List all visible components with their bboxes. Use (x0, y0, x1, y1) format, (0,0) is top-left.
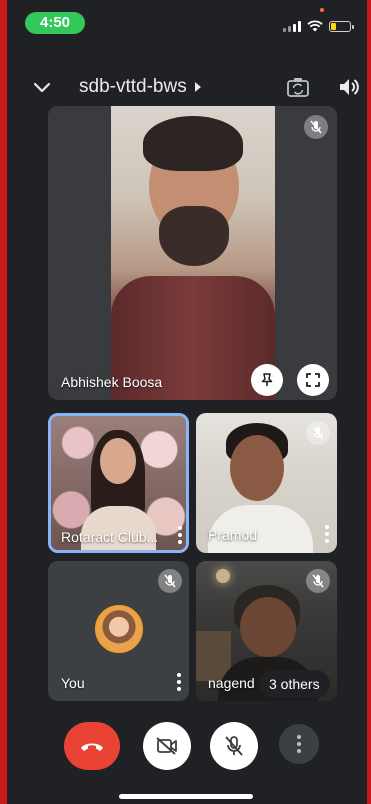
mic-off-icon (310, 120, 322, 134)
mic-off-icon (225, 736, 243, 756)
mic-off-icon (312, 574, 324, 588)
status-icons (283, 20, 354, 32)
caret-right-icon (194, 82, 201, 92)
device-frame-left (0, 0, 7, 804)
speaker-icon[interactable] (337, 76, 361, 98)
mic-off-icon (312, 426, 324, 440)
mic-toggle-button[interactable] (210, 722, 258, 770)
meeting-code: sdb-vttd-bws (79, 76, 187, 97)
home-indicator[interactable] (119, 794, 253, 799)
mic-off-badge (306, 421, 330, 445)
mic-off-badge (306, 569, 330, 593)
signal-icon (283, 20, 301, 32)
more-options-icon[interactable] (176, 673, 182, 691)
more-options-icon[interactable] (324, 525, 330, 543)
participant-video (111, 106, 275, 400)
fullscreen-button[interactable] (297, 364, 329, 396)
participant-tile-pramod[interactable]: Pramod (196, 413, 337, 553)
chevron-down-icon[interactable] (31, 76, 53, 98)
participant-name: nagend (208, 675, 255, 691)
more-options-button[interactable] (279, 724, 319, 764)
participant-name: Abhishek Boosa (61, 374, 163, 390)
participant-name: Rotaract Club... (61, 529, 159, 545)
pin-icon (261, 373, 273, 386)
camera-off-icon (156, 737, 177, 755)
battery-icon (329, 20, 354, 32)
others-count-badge[interactable]: 3 others (259, 670, 330, 698)
status-time: 4:50 (25, 12, 85, 34)
recording-indicator-dot (320, 8, 324, 12)
participant-tile-rotaract[interactable]: Rotaract Club... (48, 413, 189, 553)
mic-off-icon (164, 574, 176, 588)
avatar (95, 605, 143, 653)
camera-toggle-button[interactable] (143, 722, 191, 770)
wifi-icon (307, 20, 323, 32)
participant-tile-you[interactable]: You (48, 561, 189, 701)
participant-name: You (61, 675, 85, 691)
end-call-icon (81, 743, 103, 751)
device-frame-right (367, 0, 371, 804)
end-call-button[interactable] (64, 722, 120, 770)
more-options-icon (296, 735, 302, 753)
more-options-icon[interactable] (177, 526, 183, 544)
participant-tile-nagend[interactable]: nagend 3 others (196, 561, 337, 701)
flip-camera-icon[interactable] (286, 76, 310, 98)
mic-off-badge (304, 115, 328, 139)
meet-screen: 4:50 sdb-vttd-bws Abhishek Boosa Rotarac… (7, 0, 367, 804)
participant-tile-main[interactable]: Abhishek Boosa (48, 106, 337, 400)
participant-name: Pramod (208, 527, 258, 543)
fullscreen-icon (306, 373, 320, 387)
meeting-code-button[interactable]: sdb-vttd-bws (79, 76, 201, 98)
pin-button[interactable] (251, 364, 283, 396)
mic-off-badge (158, 569, 182, 593)
